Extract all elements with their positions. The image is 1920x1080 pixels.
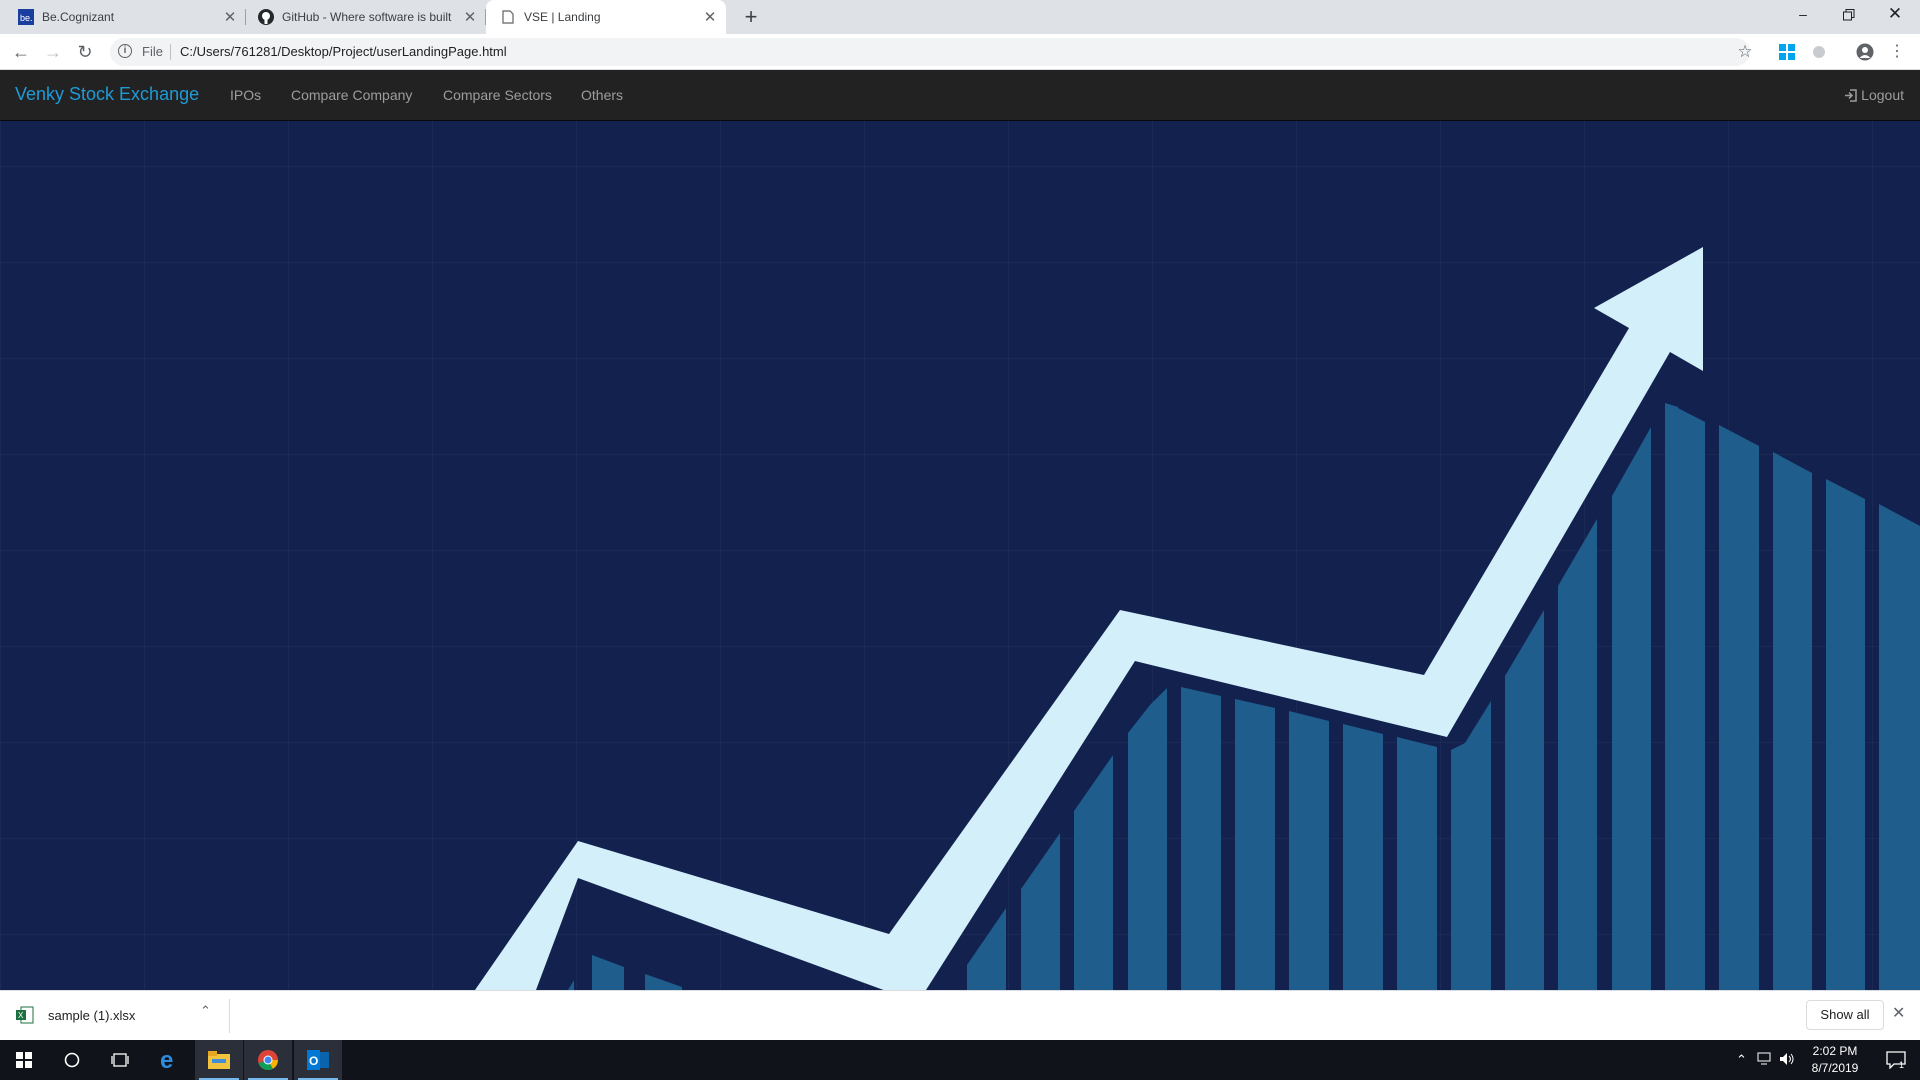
nav-others[interactable]: Others xyxy=(581,87,623,103)
maximize-icon[interactable] xyxy=(1826,0,1872,30)
extension-icon[interactable] xyxy=(1806,39,1832,65)
tab-strip: be. Be.Cognizant ✕ GitHub - Where softwa… xyxy=(0,0,1920,34)
close-tab-icon[interactable]: ✕ xyxy=(220,8,240,26)
minimize-icon[interactable]: – xyxy=(1780,0,1826,30)
action-center-icon[interactable]: 1 xyxy=(1872,1040,1920,1080)
svg-text:be.: be. xyxy=(20,13,33,23)
svg-text:X: X xyxy=(18,1011,24,1020)
tab-github[interactable]: GitHub - Where software is built ✕ xyxy=(246,0,486,34)
windows-extension-icon[interactable] xyxy=(1774,39,1800,65)
scheme-label: File xyxy=(142,44,163,59)
reload-icon[interactable]: ↻ xyxy=(72,39,98,65)
svg-text:e: e xyxy=(160,1049,173,1071)
task-view-icon[interactable] xyxy=(96,1040,144,1080)
brand-link[interactable]: Venky Stock Exchange xyxy=(15,84,199,105)
close-window-icon[interactable]: ✕ xyxy=(1872,0,1918,30)
hero-growth-graphic xyxy=(475,247,1920,990)
volume-icon[interactable] xyxy=(1779,1052,1795,1069)
tab-vse-landing[interactable]: VSE | Landing ✕ xyxy=(486,0,726,34)
info-icon[interactable]: i xyxy=(118,44,132,58)
logout-link[interactable]: Logout xyxy=(1844,87,1904,103)
forward-icon[interactable]: → xyxy=(40,39,66,65)
windows-start-icon[interactable] xyxy=(0,1040,48,1080)
divider xyxy=(229,999,230,1033)
chevron-up-icon[interactable]: ⌃ xyxy=(1736,1052,1747,1068)
new-tab-button[interactable]: + xyxy=(738,4,764,30)
logout-icon xyxy=(1845,88,1857,102)
windows-taskbar: e O ⌃ 2:02 PM 8/7/2019 1 xyxy=(0,1040,1920,1080)
outlook-icon[interactable]: O xyxy=(294,1040,342,1080)
tab-title: VSE | Landing xyxy=(524,10,601,24)
close-tab-icon[interactable]: ✕ xyxy=(460,8,480,26)
page-icon xyxy=(500,9,516,25)
address-bar[interactable]: i File C:/Users/761281/Desktop/Project/u… xyxy=(110,38,1750,66)
tab-title: GitHub - Where software is built xyxy=(282,10,452,24)
menu-kebab-icon[interactable]: ⋮ xyxy=(1884,39,1910,65)
nav-ipos[interactable]: IPOs xyxy=(230,87,261,103)
nav-compare-company[interactable]: Compare Company xyxy=(291,87,412,103)
becognizant-icon: be. xyxy=(18,9,34,25)
logout-label: Logout xyxy=(1861,87,1904,103)
divider xyxy=(170,44,171,60)
github-icon xyxy=(258,9,274,25)
search-icon[interactable] xyxy=(48,1040,96,1080)
chrome-icon[interactable] xyxy=(244,1040,292,1080)
excel-file-icon: X xyxy=(16,1006,34,1024)
page-viewport: Venky Stock Exchange IPOs Compare Compan… xyxy=(0,70,1920,990)
svg-text:O: O xyxy=(309,1054,318,1068)
bookmark-star-icon[interactable]: ☆ xyxy=(1732,39,1758,65)
edge-browser-icon[interactable]: e xyxy=(146,1040,194,1080)
downloads-bar: X sample (1).xlsx ⌃ Show all ✕ xyxy=(0,990,1920,1040)
profile-avatar-icon[interactable] xyxy=(1852,39,1878,65)
close-downloads-icon[interactable]: ✕ xyxy=(1892,1003,1905,1023)
clock-date: 8/7/2019 xyxy=(1811,1061,1859,1075)
url-text[interactable]: C:/Users/761281/Desktop/Project/userLand… xyxy=(180,44,507,59)
download-filename: sample (1).xlsx xyxy=(48,1007,136,1023)
download-item[interactable]: X sample (1).xlsx xyxy=(16,1003,135,1027)
tab-title: Be.Cognizant xyxy=(42,10,115,24)
system-clock[interactable]: 2:02 PM 8/7/2019 xyxy=(1800,1043,1870,1077)
nav-compare-sectors[interactable]: Compare Sectors xyxy=(443,87,552,103)
site-navbar: Venky Stock Exchange IPOs Compare Compan… xyxy=(0,70,1920,121)
clock-time: 2:02 PM xyxy=(1812,1044,1858,1058)
close-tab-icon[interactable]: ✕ xyxy=(700,8,720,26)
browser-toolbar: ← → ↻ i File C:/Users/761281/Desktop/Pro… xyxy=(0,34,1920,70)
tab-becognizant[interactable]: be. Be.Cognizant ✕ xyxy=(0,0,246,34)
show-all-button[interactable]: Show all xyxy=(1806,1000,1884,1030)
chevron-up-icon[interactable]: ⌃ xyxy=(200,1003,211,1019)
file-explorer-icon[interactable] xyxy=(195,1040,243,1080)
notification-count: 1 xyxy=(1899,1060,1904,1069)
network-icon[interactable] xyxy=(1757,1052,1773,1069)
back-icon[interactable]: ← xyxy=(8,39,34,65)
